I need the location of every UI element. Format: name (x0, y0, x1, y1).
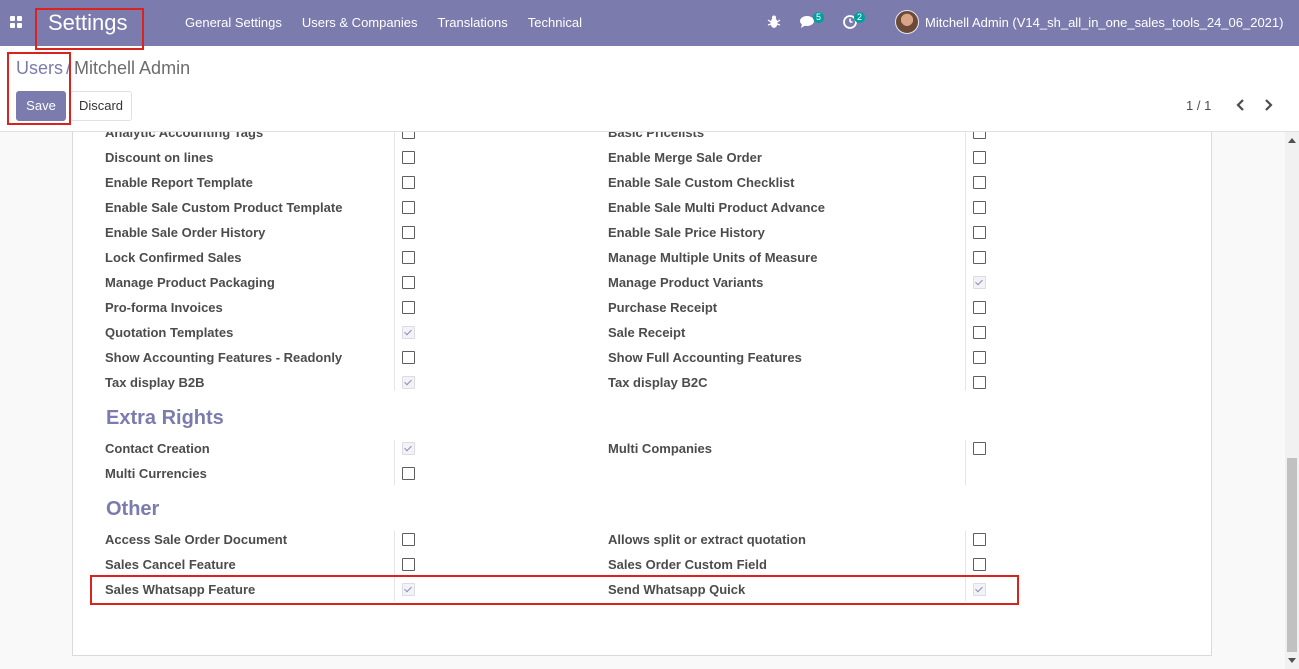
right-label-contact-creation: Contact Creation (105, 441, 210, 456)
checkbox-enable-report-template[interactable] (402, 176, 415, 189)
checkbox-sale-price-history[interactable] (973, 226, 986, 239)
right-label-sales-whatsapp-feature: Sales Whatsapp Feature (105, 582, 256, 597)
scroll-down-arrow-icon[interactable] (1288, 658, 1296, 663)
checkbox-discount-on-lines[interactable] (402, 151, 415, 164)
right-label-purchase-receipt: Purchase Receipt (608, 300, 718, 315)
checkbox-pro-forma-invoices[interactable] (402, 301, 415, 314)
pager-value[interactable]: 1 / 1 (1186, 98, 1211, 113)
main-menu: General Settings Users & Companies Trans… (175, 0, 592, 46)
user-avatar[interactable] (895, 10, 919, 34)
breadcrumb-separator: / (66, 58, 72, 78)
checkbox-sales-whatsapp-feature[interactable] (402, 583, 415, 596)
right-label-tax-display-b2b: Tax display B2B (105, 375, 205, 390)
right-label-merge-sale-order: Enable Merge Sale Order (608, 150, 762, 165)
checkbox-lock-confirmed-sales[interactable] (402, 251, 415, 264)
right-label-pro-forma-invoices: Pro-forma Invoices (105, 300, 223, 315)
right-label-sale-order-history: Enable Sale Order History (105, 225, 266, 240)
right-label-send-whatsapp-quick: Send Whatsapp Quick (608, 582, 746, 597)
right-label-manage-product-packaging: Manage Product Packaging (105, 275, 275, 290)
checkbox-sale-custom-checklist[interactable] (973, 176, 986, 189)
checkbox-sale-order-history[interactable] (402, 226, 415, 239)
right-label-discount-on-lines: Discount on lines (105, 150, 214, 165)
right-label-sale-receipt: Sale Receipt (608, 325, 686, 340)
form-sheet: Analytic Accounting Tags Discount on lin… (72, 132, 1212, 656)
column-separator (394, 440, 395, 485)
section-title-other: Other (106, 498, 160, 520)
right-label-sale-custom-checklist: Enable Sale Custom Checklist (608, 175, 795, 190)
checkbox-sale-receipt[interactable] (973, 326, 986, 339)
checkbox-manage-product-variants[interactable] (973, 276, 986, 289)
messages-count-badge: 5 (813, 12, 825, 23)
checkbox-access-sale-order-document[interactable] (402, 533, 415, 546)
menu-users-companies[interactable]: Users & Companies (292, 0, 428, 46)
scroll-up-arrow-icon[interactable] (1288, 138, 1296, 143)
checkbox-contact-creation[interactable] (402, 442, 415, 455)
pager-previous-icon[interactable] (1232, 96, 1250, 114)
control-panel: Users / Mitchell Admin Save Discard 1 / 1 (0, 46, 1299, 132)
discard-button[interactable]: Discard (70, 91, 132, 121)
right-label-lock-confirmed-sales: Lock Confirmed Sales (105, 250, 242, 265)
checkbox-sales-cancel-feature[interactable] (402, 558, 415, 571)
checkbox-tax-display-b2c[interactable] (973, 376, 986, 389)
right-label-split-extract-quotation: Allows split or extract quotation (608, 532, 806, 547)
right-label-enable-report-template: Enable Report Template (105, 175, 253, 190)
section-title-extra-rights: Extra Rights (106, 407, 224, 429)
right-label-multi-companies: Multi Companies (608, 441, 713, 456)
checkbox-show-full-accounting[interactable] (973, 351, 986, 364)
checkbox-sale-multi-product-advance[interactable] (973, 201, 986, 214)
right-label-basic-pricelists: Basic Pricelists (608, 132, 705, 140)
right-label-analytic-accounting-tags: Analytic Accounting Tags (105, 132, 264, 140)
checkbox-sales-order-custom-field[interactable] (973, 558, 986, 571)
debug-bug-icon[interactable] (767, 14, 781, 30)
scrollbar-thumb[interactable] (1287, 458, 1297, 652)
breadcrumb-current: Mitchell Admin (74, 58, 191, 78)
app-brand[interactable]: Settings (48, 10, 128, 36)
right-label-sale-multi-product-advance: Enable Sale Multi Product Advance (608, 200, 825, 215)
top-navbar: Settings General Settings Users & Compan… (0, 0, 1299, 46)
breadcrumb: Users / Mitchell Admin (16, 58, 190, 79)
pager-next-icon[interactable] (1259, 96, 1277, 114)
user-menu[interactable]: Mitchell Admin (V14_sh_all_in_one_sales_… (925, 15, 1283, 30)
right-label-quotation-templates: Quotation Templates (105, 325, 234, 340)
activities-count-badge: 2 (854, 12, 866, 23)
right-label-show-full-accounting: Show Full Accounting Features (608, 350, 802, 365)
checkbox-merge-sale-order[interactable] (973, 151, 986, 164)
right-label-multi-currencies: Multi Currencies (105, 466, 207, 481)
form-view: Analytic Accounting Tags Discount on lin… (0, 132, 1299, 669)
checkbox-split-extract-quotation[interactable] (973, 533, 986, 546)
checkbox-analytic-accounting-tags[interactable] (402, 132, 415, 139)
right-label-sales-cancel-feature: Sales Cancel Feature (105, 557, 236, 572)
column-separator (965, 531, 966, 601)
checkbox-send-whatsapp-quick[interactable] (973, 583, 986, 596)
right-label-sale-price-history: Enable Sale Price History (608, 225, 765, 240)
save-button[interactable]: Save (16, 91, 66, 121)
checkbox-sale-custom-product-template[interactable] (402, 201, 415, 214)
column-separator (394, 132, 395, 391)
right-label-multiple-units-of-measure: Manage Multiple Units of Measure (608, 250, 818, 265)
breadcrumb-users-link[interactable]: Users (16, 58, 63, 78)
right-label-show-accounting-readonly: Show Accounting Features - Readonly (105, 350, 343, 365)
menu-general-settings[interactable]: General Settings (175, 0, 292, 46)
checkbox-show-accounting-readonly[interactable] (402, 351, 415, 364)
column-separator (965, 440, 966, 485)
right-label-manage-product-variants: Manage Product Variants (608, 275, 764, 290)
column-separator (965, 132, 966, 391)
right-label-sales-order-custom-field: Sales Order Custom Field (608, 557, 767, 572)
checkbox-multi-companies[interactable] (973, 442, 986, 455)
checkbox-multiple-units-of-measure[interactable] (973, 251, 986, 264)
checkbox-basic-pricelists[interactable] (973, 132, 986, 139)
menu-translations[interactable]: Translations (427, 0, 517, 46)
menu-technical[interactable]: Technical (518, 0, 592, 46)
checkbox-purchase-receipt[interactable] (973, 301, 986, 314)
checkbox-tax-display-b2b[interactable] (402, 376, 415, 389)
right-label-access-sale-order-document: Access Sale Order Document (105, 532, 288, 547)
checkbox-quotation-templates[interactable] (402, 326, 415, 339)
apps-menu-icon[interactable] (10, 16, 22, 28)
right-label-sale-custom-product-template: Enable Sale Custom Product Template (105, 200, 343, 215)
right-label-tax-display-b2c: Tax display B2C (608, 375, 708, 390)
column-separator (394, 531, 395, 601)
checkbox-multi-currencies[interactable] (402, 467, 415, 480)
checkbox-manage-product-packaging[interactable] (402, 276, 415, 289)
